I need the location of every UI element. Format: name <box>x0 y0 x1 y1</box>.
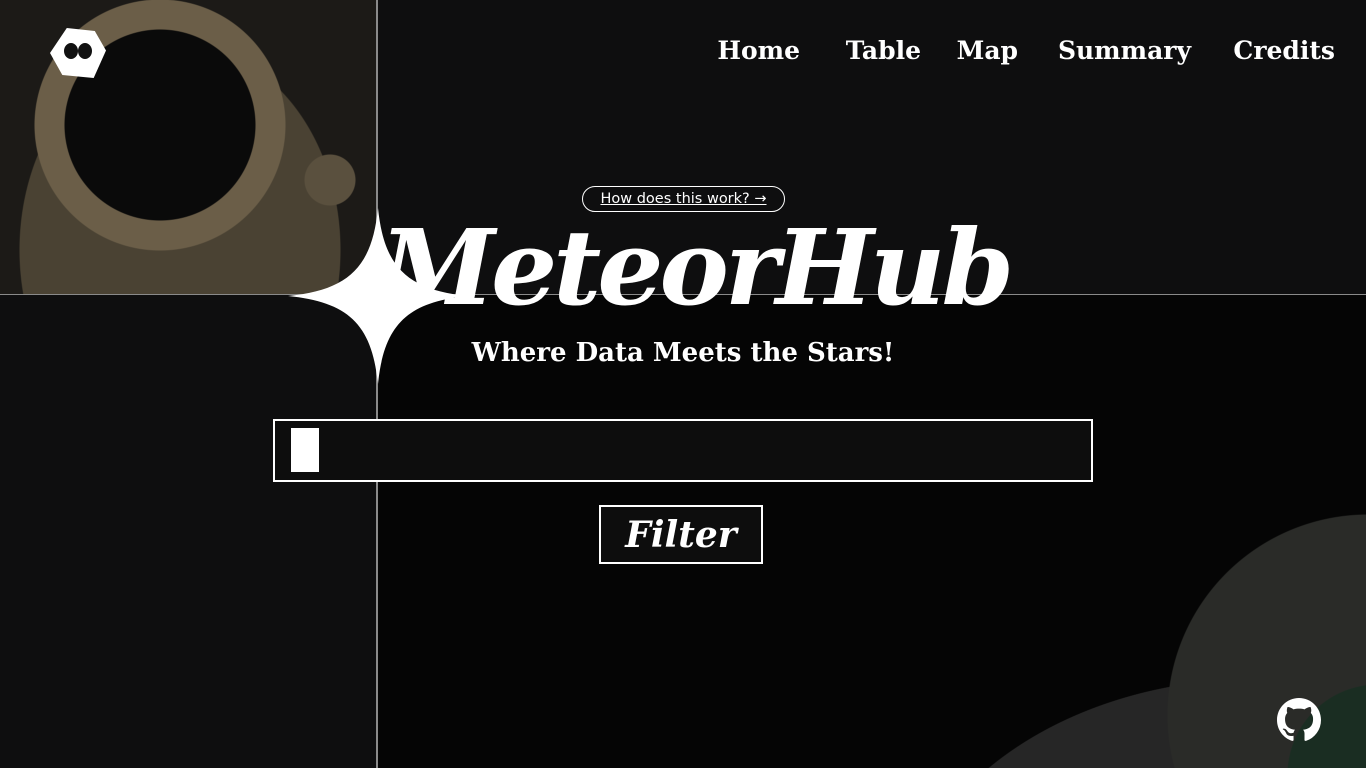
search-input[interactable] <box>329 421 1073 482</box>
nav-home[interactable]: Home <box>717 36 800 65</box>
site-title: MeteorHub <box>380 206 1014 329</box>
nav-summary[interactable]: Summary <box>1058 36 1191 65</box>
nav-map[interactable]: Map <box>957 36 1018 65</box>
logo-eye-right <box>78 43 92 59</box>
site-tagline: Where Data Meets the Stars! <box>471 338 895 368</box>
filter-button[interactable]: Filter <box>599 505 763 564</box>
search-field[interactable] <box>273 419 1093 482</box>
logo-eye-left <box>64 43 78 59</box>
nav-credits[interactable]: Credits <box>1233 36 1335 65</box>
github-icon[interactable] <box>1277 698 1321 742</box>
vertical-divider <box>376 0 378 768</box>
nav-table[interactable]: Table <box>846 36 921 65</box>
text-cursor <box>291 428 319 472</box>
